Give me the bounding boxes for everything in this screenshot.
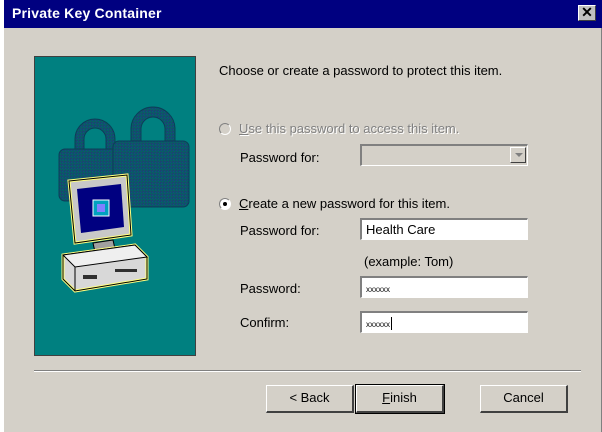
instruction-text: Choose or create a password to protect t… xyxy=(219,63,503,78)
create-new-label[interactable]: Create a new password for this item. xyxy=(239,196,450,211)
padlock-computer-illustration-icon xyxy=(58,106,190,293)
confirm-label: Confirm: xyxy=(240,315,290,330)
confirm-password-input[interactable]: xxxxxx xyxy=(360,311,528,333)
separator xyxy=(34,370,581,372)
cancel-button[interactable]: Cancel xyxy=(480,385,568,413)
use-existing-label: Use this password to access this item. xyxy=(239,121,460,136)
password-for-input[interactable]: Health Care xyxy=(360,218,528,240)
title-bar[interactable]: Private Key Container ✕ xyxy=(4,0,602,28)
create-new-radio[interactable] xyxy=(219,197,231,210)
wizard-illustration xyxy=(34,56,196,356)
example-hint: (example: Tom) xyxy=(364,254,454,269)
existing-password-for-dropdown xyxy=(360,144,528,166)
existing-password-for-label: Password for: xyxy=(240,150,320,165)
finish-button[interactable]: Finish xyxy=(355,384,445,414)
use-existing-radio xyxy=(219,122,231,135)
dialog-body: Choose or create a password to protect t… xyxy=(4,28,602,432)
private-key-container-dialog: Private Key Container ✕ Choose or create… xyxy=(0,0,602,432)
close-button[interactable]: ✕ xyxy=(578,5,596,21)
back-button[interactable]: < Back xyxy=(266,385,354,413)
create-new-password-option[interactable]: Create a new password for this item. xyxy=(219,196,450,211)
new-password-for-label: Password for: xyxy=(240,223,320,238)
password-label: Password: xyxy=(240,281,301,296)
text-caret xyxy=(391,317,392,331)
use-existing-password-option: Use this password to access this item. xyxy=(219,121,459,136)
password-input[interactable]: xxxxxx xyxy=(360,276,528,298)
close-icon: ✕ xyxy=(581,4,593,20)
window-title: Private Key Container xyxy=(12,5,162,21)
chevron-down-icon xyxy=(510,147,526,163)
